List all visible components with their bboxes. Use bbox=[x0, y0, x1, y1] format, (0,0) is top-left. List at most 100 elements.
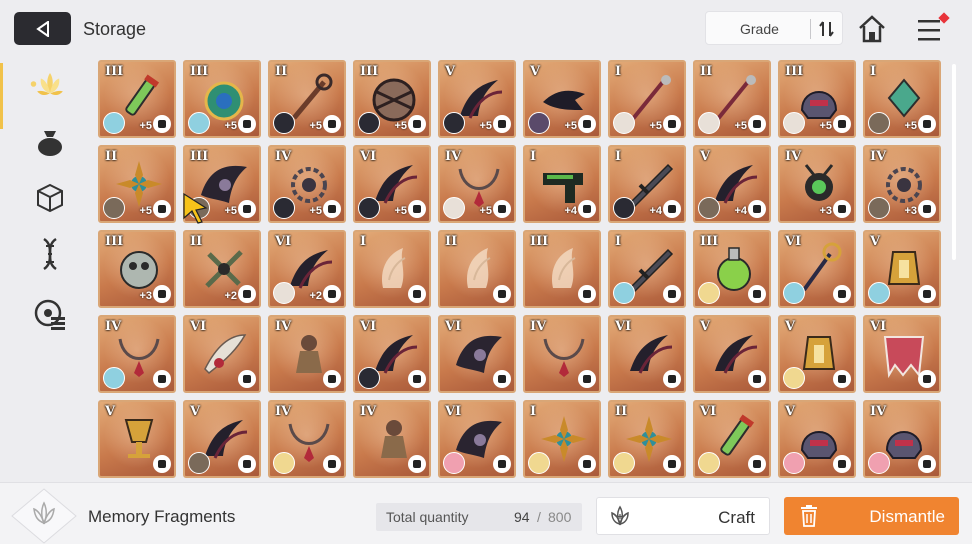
item-slot[interactable]: IV +3 bbox=[863, 145, 941, 223]
item-slot[interactable]: V bbox=[693, 315, 771, 393]
sidebar-item-pouch[interactable] bbox=[28, 122, 72, 162]
item-slot[interactable]: II +5 bbox=[98, 145, 176, 223]
item-slot[interactable]: V bbox=[863, 230, 941, 308]
item-slot[interactable]: VI bbox=[183, 315, 261, 393]
grade-label: II bbox=[445, 234, 458, 249]
equipped-character-avatar bbox=[103, 197, 125, 219]
item-slot[interactable]: I bbox=[523, 400, 601, 478]
total-quantity-label: Total quantity bbox=[386, 509, 469, 525]
equipped-character-avatar bbox=[868, 452, 890, 474]
menu-button[interactable] bbox=[916, 12, 950, 44]
item-slot[interactable]: V +5 bbox=[438, 60, 516, 138]
grade-label: I bbox=[530, 404, 537, 419]
grade-label: IV bbox=[360, 404, 377, 419]
item-slot[interactable]: VI bbox=[863, 315, 941, 393]
quantity-current: 94 bbox=[514, 509, 530, 525]
equipped-character-avatar bbox=[783, 367, 805, 389]
dismantle-button[interactable]: Dismantle bbox=[784, 497, 959, 535]
item-slot[interactable]: I +5 bbox=[608, 60, 686, 138]
stat-type-icon bbox=[238, 370, 256, 388]
item-slot[interactable]: IV bbox=[523, 315, 601, 393]
stat-type-icon bbox=[408, 455, 426, 473]
item-slot[interactable]: IV bbox=[268, 400, 346, 478]
grade-label: VI bbox=[360, 319, 377, 334]
sidebar-item-memory[interactable] bbox=[28, 64, 72, 104]
item-slot[interactable]: IV +5 bbox=[268, 145, 346, 223]
item-slot[interactable]: I +4 bbox=[523, 145, 601, 223]
stat-type-icon bbox=[493, 115, 511, 133]
item-slot[interactable]: II +5 bbox=[268, 60, 346, 138]
item-slot[interactable]: II +5 bbox=[693, 60, 771, 138]
sidebar-item-cube[interactable] bbox=[28, 178, 72, 218]
scrollbar[interactable] bbox=[952, 64, 956, 260]
upgrade-level: +5 bbox=[564, 120, 577, 132]
item-slot[interactable]: I bbox=[608, 230, 686, 308]
item-slot[interactable]: VI bbox=[353, 315, 431, 393]
back-button[interactable] bbox=[14, 12, 71, 45]
item-slot[interactable]: VI bbox=[778, 230, 856, 308]
item-grid-viewport[interactable]: III +5 III +5 II +5 III +5 V +5 V +5 I +5 II +5 III +5 I +5… bbox=[98, 60, 948, 480]
grade-label: I bbox=[615, 149, 622, 164]
stat-type-icon bbox=[833, 285, 851, 303]
item-slot[interactable]: III +5 bbox=[353, 60, 431, 138]
item-slot[interactable]: IV bbox=[98, 315, 176, 393]
sidebar-item-dna[interactable] bbox=[28, 234, 72, 274]
equipped-character-avatar bbox=[273, 282, 295, 304]
item-slot[interactable]: VI bbox=[608, 315, 686, 393]
item-slot[interactable]: III +5 bbox=[183, 60, 261, 138]
stat-type-icon bbox=[238, 455, 256, 473]
item-slot[interactable]: VI +2 bbox=[268, 230, 346, 308]
item-slot[interactable]: V bbox=[98, 400, 176, 478]
item-slot[interactable]: V +4 bbox=[693, 145, 771, 223]
grade-label: V bbox=[190, 404, 201, 419]
item-slot[interactable]: I bbox=[353, 230, 431, 308]
item-slot[interactable]: II bbox=[608, 400, 686, 478]
item-slot[interactable]: III +3 bbox=[98, 230, 176, 308]
equipped-character-avatar bbox=[188, 452, 210, 474]
item-slot[interactable]: III +5 bbox=[98, 60, 176, 138]
grade-label: VI bbox=[870, 319, 887, 334]
upgrade-level: +3 bbox=[139, 290, 152, 302]
item-slot[interactable]: IV bbox=[863, 400, 941, 478]
item-slot[interactable]: IV bbox=[353, 400, 431, 478]
item-slot[interactable]: IV bbox=[268, 315, 346, 393]
item-slot[interactable]: VI bbox=[438, 400, 516, 478]
equipped-character-avatar bbox=[273, 452, 295, 474]
stat-type-icon bbox=[578, 115, 596, 133]
item-slot[interactable]: I +4 bbox=[608, 145, 686, 223]
stat-type-icon bbox=[323, 370, 341, 388]
item-slot[interactable]: IV +3 bbox=[778, 145, 856, 223]
sort-order-icon[interactable] bbox=[816, 19, 838, 39]
item-slot[interactable]: III bbox=[693, 230, 771, 308]
item-slot[interactable]: VI bbox=[693, 400, 771, 478]
stat-type-icon bbox=[748, 455, 766, 473]
stat-type-icon bbox=[153, 285, 171, 303]
craft-button[interactable]: Craft bbox=[596, 497, 770, 535]
stat-type-icon bbox=[408, 285, 426, 303]
item-slot[interactable]: I +5 bbox=[863, 60, 941, 138]
grade-label: III bbox=[530, 234, 549, 249]
home-icon[interactable] bbox=[856, 14, 888, 44]
item-slot[interactable]: V +5 bbox=[523, 60, 601, 138]
stat-type-icon bbox=[408, 115, 426, 133]
stat-type-icon bbox=[323, 200, 341, 218]
item-slot[interactable]: IV +5 bbox=[438, 145, 516, 223]
item-slot[interactable]: VI +5 bbox=[353, 145, 431, 223]
item-slot[interactable]: II +2 bbox=[183, 230, 261, 308]
item-slot[interactable]: V bbox=[183, 400, 261, 478]
sort-dropdown[interactable]: Grade bbox=[705, 11, 843, 45]
grade-label: V bbox=[445, 64, 456, 79]
item-slot[interactable]: III +5 bbox=[778, 60, 856, 138]
item-slot[interactable]: V bbox=[778, 315, 856, 393]
item-slot[interactable]: VI bbox=[438, 315, 516, 393]
sidebar-active-indicator bbox=[0, 63, 3, 129]
stat-type-icon bbox=[663, 115, 681, 133]
equipped-character-avatar bbox=[273, 197, 295, 219]
equipped-character-avatar bbox=[358, 112, 380, 134]
grade-label: II bbox=[190, 234, 203, 249]
sidebar-item-disc[interactable] bbox=[28, 294, 72, 334]
item-slot[interactable]: III bbox=[523, 230, 601, 308]
item-slot[interactable]: V bbox=[778, 400, 856, 478]
item-slot[interactable]: II bbox=[438, 230, 516, 308]
grade-label: VI bbox=[275, 234, 292, 249]
